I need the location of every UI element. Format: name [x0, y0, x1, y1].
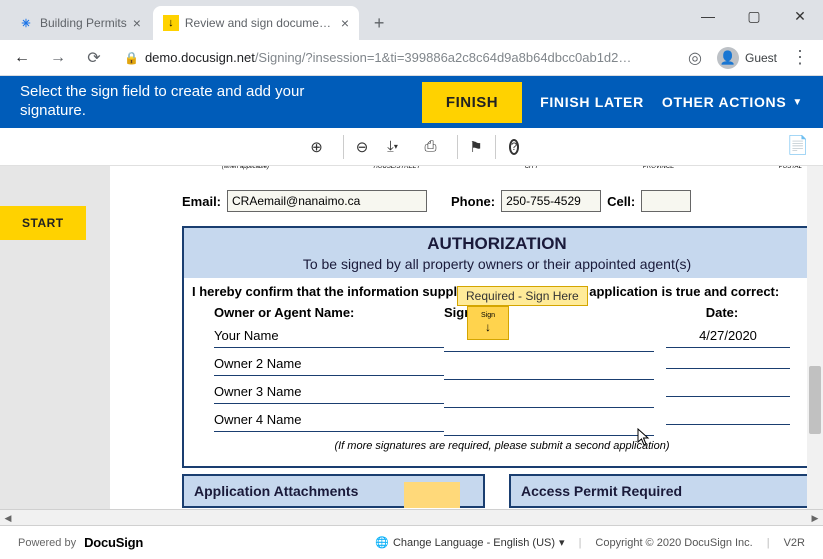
signature-cell[interactable]: [444, 352, 654, 380]
scroll-right-button[interactable]: ▶: [809, 512, 821, 524]
signature-row: Owner 2 Name: [214, 352, 790, 380]
avatar-icon: 👤: [717, 47, 739, 69]
browser-toolbar: ← → ⟳ 🔒 demo.docusign.net/Signing/?inses…: [0, 40, 823, 76]
attachments-row: Application Attachments Access Permit Re…: [182, 474, 812, 508]
download-button[interactable]: ⤓▾: [381, 135, 405, 159]
signature-row: Owner 3 Name: [214, 380, 790, 408]
target-icon[interactable]: ◎: [681, 44, 709, 72]
footer-divider: |: [767, 537, 770, 549]
print-button[interactable]: ⎙: [419, 135, 443, 159]
banner-prompt: Select the sign field to create and add …: [20, 83, 304, 121]
authorization-subtitle: To be signed by all property owners or t…: [188, 256, 806, 272]
document-icon[interactable]: 📄: [787, 135, 809, 156]
reload-button[interactable]: ⟳: [80, 44, 108, 72]
signature-cell[interactable]: [444, 380, 654, 408]
address-bar[interactable]: 🔒 demo.docusign.net/Signing/?insession=1…: [116, 44, 673, 72]
language-selector[interactable]: 🌐 Change Language - English (US) ▾: [375, 536, 564, 549]
favicon-docusign-icon: ↓: [163, 15, 179, 31]
attachment-tag[interactable]: [404, 482, 460, 508]
vertical-scrollbar[interactable]: [807, 166, 823, 509]
window-close-button[interactable]: ✕: [777, 0, 823, 32]
authorization-title: AUTHORIZATION: [188, 234, 806, 254]
forward-button[interactable]: →: [44, 44, 72, 72]
globe-icon: 🌐: [375, 536, 389, 549]
copyright-text: Copyright © 2020 DocuSign Inc.: [595, 537, 752, 549]
signature-row: Owner 4 Name: [214, 408, 790, 436]
comment-button[interactable]: ⚑: [457, 135, 481, 159]
scrollbar-thumb[interactable]: [809, 366, 821, 434]
phone-label: Phone:: [451, 194, 495, 209]
authorization-block: AUTHORIZATION To be signed by all proper…: [182, 226, 812, 468]
application-attachments-box: Application Attachments: [182, 474, 485, 508]
access-permit-header: Access Permit Required: [511, 476, 810, 506]
down-arrow-icon: ↓: [485, 320, 491, 334]
tab-close-button[interactable]: ×: [133, 15, 141, 31]
signature-cell[interactable]: [444, 408, 654, 436]
email-field[interactable]: [227, 190, 427, 212]
owner-name-cell: Your Name: [214, 328, 444, 348]
tab-title: Building Permits: [40, 16, 127, 30]
date-cell: [666, 420, 790, 425]
tab-title: Review and sign document(s) | D: [185, 16, 335, 30]
owner-name-cell: Owner 3 Name: [214, 384, 444, 404]
back-button[interactable]: ←: [8, 44, 36, 72]
access-permit-box: Access Permit Required: [509, 474, 812, 508]
tab-close-button[interactable]: ×: [341, 15, 349, 31]
document-page: (when applicable) HOUSE/STREET CITY PROV…: [110, 166, 822, 509]
new-tab-button[interactable]: +: [365, 9, 393, 37]
cell-field[interactable]: [641, 190, 691, 212]
scroll-left-button[interactable]: ◀: [2, 512, 14, 524]
browser-menu-button[interactable]: ⋮: [785, 47, 815, 68]
zoom-in-button[interactable]: ⊕: [305, 135, 329, 159]
lock-icon: 🔒: [124, 51, 139, 65]
contact-field-row: Email: Phone: Cell:: [182, 190, 812, 212]
docusign-toolbar: ⊕ ⊖ ⤓▾ ⎙ ⚑ ? 📄: [0, 128, 823, 166]
language-label: Change Language - English (US): [393, 537, 555, 549]
powered-by-text: Powered by: [18, 537, 76, 549]
email-label: Email:: [182, 194, 221, 209]
window-controls: — ▢ ✕: [685, 0, 823, 32]
meta-row: (when applicable) HOUSE/STREET CITY PROV…: [182, 166, 802, 170]
authorization-header: AUTHORIZATION To be signed by all proper…: [184, 228, 810, 278]
sign-here-tag[interactable]: Required - Sign Here Sign ↓: [467, 306, 509, 340]
date-cell: [666, 364, 790, 369]
tab-building-permits[interactable]: ✳ Building Permits ×: [8, 6, 151, 40]
footer-divider: |: [579, 537, 582, 549]
document-viewport: START (when applicable) HOUSE/STREET CIT…: [0, 166, 823, 509]
profile-label: Guest: [745, 51, 777, 65]
start-button[interactable]: START: [0, 206, 86, 240]
sign-here-tooltip: Required - Sign Here: [457, 286, 588, 306]
chevron-down-icon: ▾: [559, 536, 565, 549]
horizontal-scrollbar[interactable]: ◀ ▶: [0, 509, 823, 525]
window-minimize-button[interactable]: —: [685, 0, 731, 32]
favicon-building-permits-icon: ✳: [18, 15, 34, 31]
col-name-header: Owner or Agent Name:: [214, 305, 444, 320]
profile-chip[interactable]: 👤 Guest: [717, 47, 777, 69]
chevron-down-icon: ▼: [792, 97, 803, 108]
date-cell: 4/27/2020: [666, 328, 790, 348]
finish-button[interactable]: FINISH: [422, 82, 522, 123]
footer: Powered by DocuSign 🌐 Change Language - …: [0, 525, 823, 559]
owner-name-cell: Owner 2 Name: [214, 356, 444, 376]
finish-later-button[interactable]: FINISH LATER: [540, 94, 644, 110]
window-maximize-button[interactable]: ▢: [731, 0, 777, 32]
zoom-out-button[interactable]: ⊖: [343, 135, 367, 159]
help-button[interactable]: ?: [495, 135, 519, 159]
url-text: demo.docusign.net/Signing/?insession=1&t…: [145, 50, 631, 65]
docusign-logo: DocuSign: [84, 535, 143, 550]
more-signatures-note: (If more signatures are required, please…: [214, 436, 790, 458]
docusign-banner: Select the sign field to create and add …: [0, 76, 823, 128]
other-actions-button[interactable]: OTHER ACTIONS▼: [662, 94, 803, 110]
owner-name-cell: Owner 4 Name: [214, 412, 444, 432]
version-text: V2R: [784, 537, 805, 549]
cell-label: Cell:: [607, 194, 635, 209]
col-date-header: Date:: [654, 305, 790, 320]
sign-here-button[interactable]: Sign ↓: [467, 306, 509, 340]
phone-field[interactable]: [501, 190, 601, 212]
date-cell: [666, 392, 790, 397]
tab-docusign[interactable]: ↓ Review and sign document(s) | D ×: [153, 6, 359, 40]
